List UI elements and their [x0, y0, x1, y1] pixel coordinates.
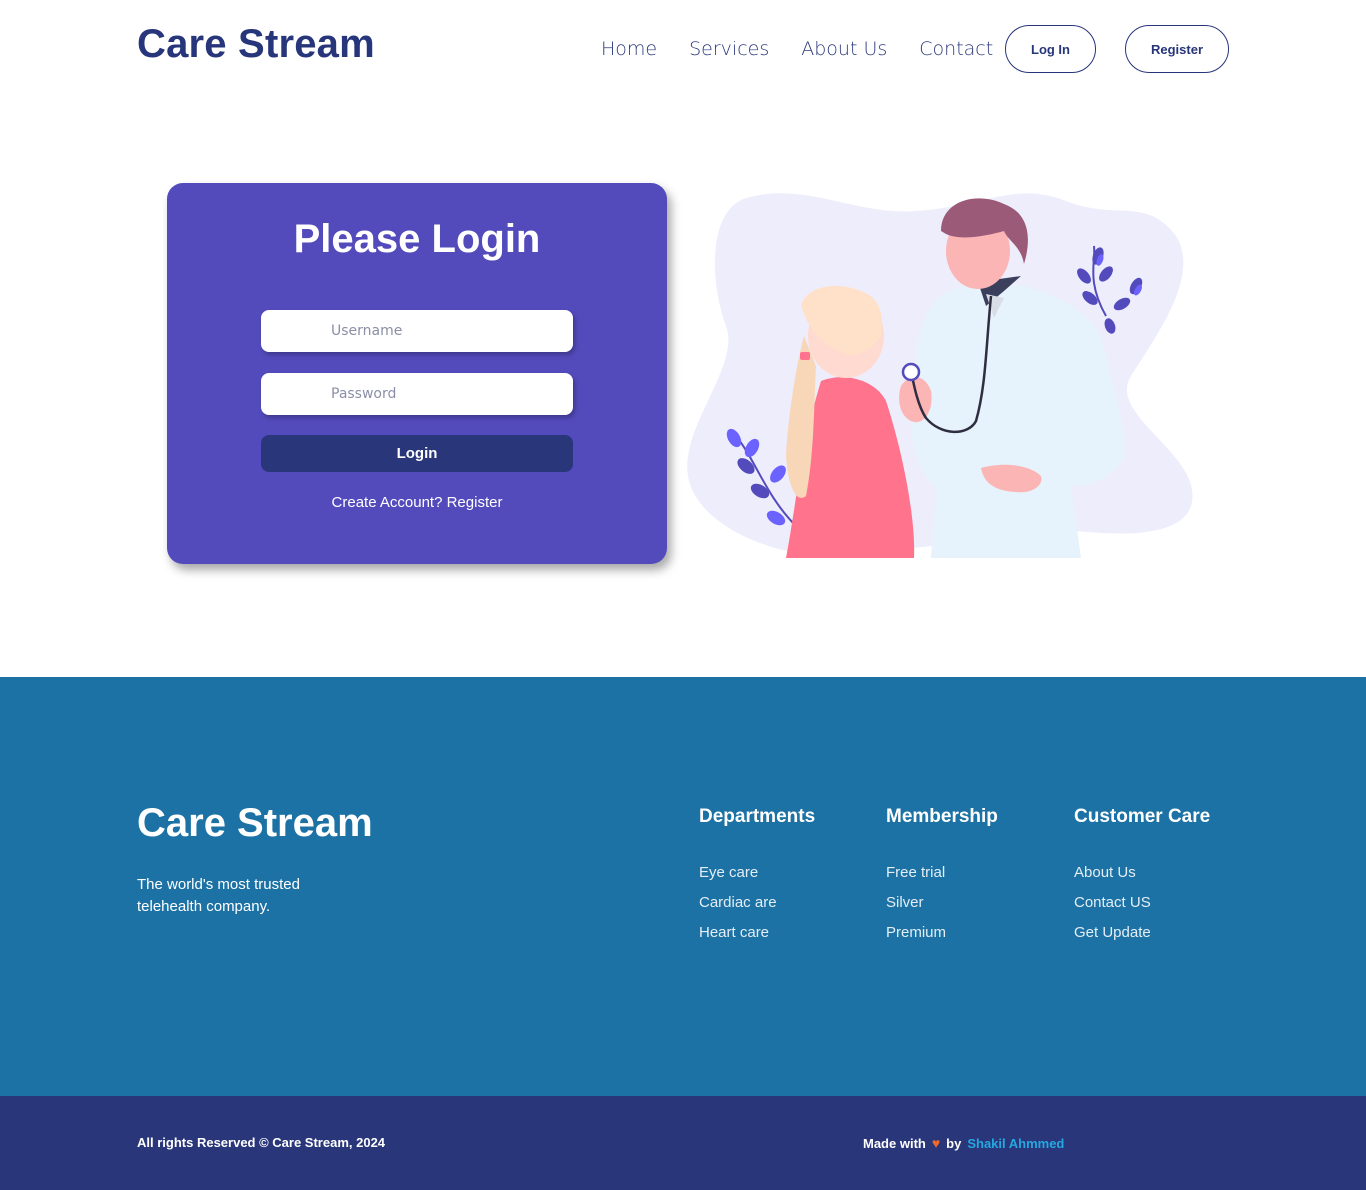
nav-services[interactable]: Services [689, 38, 769, 60]
nav-contact[interactable]: Contact [919, 38, 993, 60]
login-title: Please Login [293, 217, 541, 261]
footer-col-title: Departments [699, 806, 816, 827]
footer-link-free-trial[interactable]: Free trial [886, 858, 998, 888]
site-header: Care Stream Home Services About Us Conta… [0, 0, 1366, 98]
footer-col-membership: Membership Free trial Silver Premium [886, 806, 998, 948]
header-login-button[interactable]: Log In [1005, 25, 1096, 73]
footer-link-cardiac[interactable]: Cardiac are [699, 888, 815, 918]
footer-tagline: The world's most trusted telehealth comp… [137, 876, 300, 915]
author-link[interactable]: Shakil Ahmmed [967, 1136, 1064, 1151]
nav-about[interactable]: About Us [801, 38, 887, 60]
login-card: Please Login Login Create Account? Regis… [167, 183, 667, 564]
made-with-text: Made with [863, 1135, 926, 1151]
copyright-text: All rights Reserved © Care Stream, 2024 [137, 1135, 386, 1150]
footer-link-premium[interactable]: Premium [886, 918, 998, 948]
doctor-patient-illustration [687, 193, 1193, 558]
footer-link-get-update[interactable]: Get Update [1074, 918, 1210, 948]
by-text: by [946, 1135, 962, 1151]
footer-link-eye-care[interactable]: Eye care [699, 858, 815, 888]
footer-col-departments: Departments Eye care Cardiac are Heart c… [699, 806, 815, 948]
heart-icon: ♥ [931, 1135, 941, 1151]
create-account-link[interactable]: Create Account? Register [167, 494, 667, 511]
footer-link-about-us[interactable]: About Us [1074, 858, 1210, 888]
site-footer: Care Stream The world's most trusted tel… [0, 677, 1366, 1096]
bottom-bar: All rights Reserved © Care Stream, 2024 … [0, 1096, 1366, 1190]
footer-link-silver[interactable]: Silver [886, 888, 998, 918]
password-input[interactable] [261, 373, 573, 415]
footer-col-customer-care: Customer Care About Us Contact US Get Up… [1074, 806, 1210, 948]
username-input[interactable] [261, 310, 573, 352]
footer-link-contact-us[interactable]: Contact US [1074, 888, 1210, 918]
nav-home[interactable]: Home [601, 38, 657, 60]
header-register-button[interactable]: Register [1125, 25, 1229, 73]
made-with-credit: Made with ♥ by Shakil Ahmmed [863, 1135, 1064, 1151]
footer-col-title: Customer Care [1074, 806, 1211, 827]
login-submit-button[interactable]: Login [261, 435, 573, 472]
footer-col-title: Membership [886, 806, 998, 827]
main-nav: Home Services About Us Contact [601, 38, 993, 60]
footer-link-heart-care[interactable]: Heart care [699, 918, 815, 948]
brand-logo[interactable]: Care Stream [137, 22, 375, 67]
footer-brand: Care Stream [137, 801, 373, 845]
